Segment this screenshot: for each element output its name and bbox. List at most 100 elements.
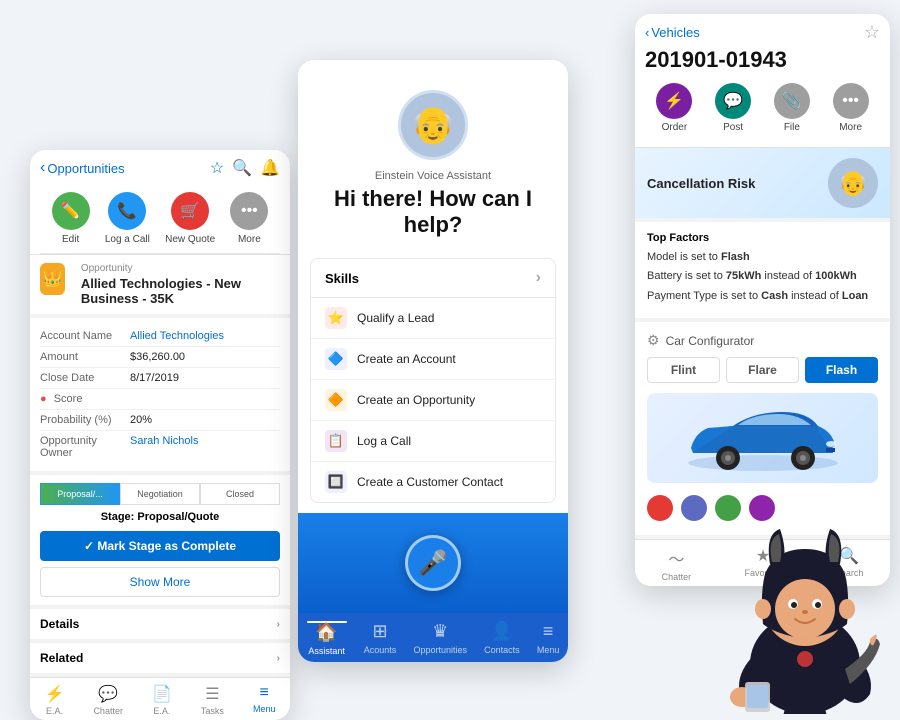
cancellation-risk-content: Cancellation Risk [647, 176, 755, 191]
ea-icon: ⚡ [45, 684, 65, 704]
mid-footer-menu[interactable]: ≡ Menu [537, 621, 560, 656]
einstein-small-avatar: 👴 [828, 158, 878, 208]
edit-label: Edit [62, 234, 79, 245]
post-icon: 💬 [715, 83, 751, 119]
amount-value: $36,260.00 [130, 351, 185, 363]
more-action-right[interactable]: ••• More [833, 83, 869, 133]
mark-stage-button[interactable]: ✓ Mark Stage as Complete [40, 531, 280, 561]
opportunity-header: 👑 Opportunity Allied Technologies - New … [30, 255, 290, 314]
factor-row-1: Model is set to Flash [647, 250, 878, 265]
skill-qualify-lead[interactable]: ⭐ Qualify a Lead [311, 298, 555, 339]
einstein-wave: 🎤 [298, 513, 568, 613]
more-right-label: More [839, 122, 862, 133]
file-action[interactable]: 📎 File [774, 83, 810, 133]
veh-chatter-icon: 〜 [668, 546, 684, 570]
footer-menu[interactable]: ≡ Menu [253, 684, 276, 716]
account-name-row: Account Name Allied Technologies [40, 326, 280, 347]
file-label: File [784, 122, 800, 133]
top-factors-section: Top Factors Model is set to Flash Batter… [635, 222, 890, 318]
action-icons: ✏️ Edit 📞 Log a Call 🛒 New Quote ••• Mor… [40, 184, 280, 254]
footer-ea2[interactable]: 📄 E.A. [152, 684, 172, 716]
bell-icon[interactable]: 🔔 [260, 158, 280, 178]
log-call-label: Log a Call [357, 434, 411, 448]
account-name-label: Account Name [40, 330, 130, 342]
footer-ea[interactable]: ⚡ E.A. [45, 684, 65, 716]
new-quote-icon: 🛒 [171, 192, 209, 230]
show-more-button[interactable]: Show More [40, 567, 280, 597]
opportunities-footer-icon: ♛ [432, 621, 448, 642]
owner-value[interactable]: Sarah Nichols [130, 435, 198, 459]
mid-footer-opportunities[interactable]: ♛ Opportunities [413, 621, 467, 656]
footer-chatter[interactable]: 💬 Chatter [93, 684, 123, 716]
star-icon[interactable]: ☆ [210, 158, 224, 178]
veh-footer-chatter[interactable]: 〜 Chatter [662, 546, 692, 582]
factor-75kwh: 75kWh [726, 270, 761, 282]
stage-pills: Proposal/... Negotiation Closed [40, 483, 280, 505]
stage-negotiation[interactable]: Negotiation [120, 483, 200, 505]
more-action[interactable]: ••• More [230, 192, 268, 245]
customer-contact-icon: 🔲 [325, 471, 347, 493]
factor-row-3: Payment Type is set to Cash instead of L… [647, 289, 878, 304]
back-button[interactable]: ‹ Opportunities [40, 159, 125, 177]
skill-create-account[interactable]: 🔷 Create an Account [311, 339, 555, 380]
qualify-lead-label: Qualify a Lead [357, 311, 434, 325]
color-red[interactable] [647, 495, 673, 521]
einstein-label: Einstein Voice Assistant [375, 170, 491, 182]
vehicle-header: ‹ Vehicles ☆ 201901-01943 ⚡ Order 💬 Post… [635, 14, 890, 148]
chatter-icon: 💬 [98, 684, 118, 704]
mid-footer-contacts[interactable]: 👤 Contacts [484, 621, 520, 656]
contacts-footer-icon: 👤 [491, 621, 513, 642]
mid-footer-accounts[interactable]: ⊞ Acounts [364, 621, 397, 656]
stage-closed[interactable]: Closed [200, 483, 280, 505]
create-opportunity-icon: 🔶 [325, 389, 347, 411]
details-label: Details [40, 617, 79, 631]
assistant-footer-label: Assistant [308, 646, 345, 656]
probability-row: Probability (%) 20% [40, 410, 280, 431]
menu-footer-label: Menu [537, 645, 560, 655]
left-nav: ‹ Opportunities ☆ 🔍 🔔 [40, 158, 280, 178]
tab-flint[interactable]: Flint [647, 357, 720, 383]
top-factors-title: Top Factors [647, 232, 878, 244]
amount-row: Amount $36,260.00 [40, 347, 280, 368]
skills-header: Skills › [311, 259, 555, 298]
footer-tasks[interactable]: ☰ Tasks [201, 684, 224, 716]
tab-flare[interactable]: Flare [726, 357, 799, 383]
left-phone-header: ‹ Opportunities ☆ 🔍 🔔 ✏️ Edit 📞 Log a Ca… [30, 150, 290, 255]
log-call-action[interactable]: 📞 Log a Call [105, 192, 150, 245]
vehicle-back-arrow-icon: ‹ [645, 25, 649, 40]
car-configurator-title: Car Configurator [666, 334, 755, 348]
vehicle-back-button[interactable]: ‹ Vehicles [645, 25, 700, 40]
menu-icon: ≡ [260, 684, 269, 702]
einstein-avatar: 👴 [398, 90, 468, 160]
skills-section: Skills › ⭐ Qualify a Lead 🔷 Create an Ac… [310, 258, 556, 503]
related-section[interactable]: Related › [30, 643, 290, 673]
close-date-row: Close Date 8/17/2019 [40, 368, 280, 389]
left-phone: ‹ Opportunities ☆ 🔍 🔔 ✏️ Edit 📞 Log a Ca… [30, 150, 290, 720]
skill-customer-contact[interactable]: 🔲 Create a Customer Contact [311, 462, 555, 502]
probability-value: 20% [130, 414, 152, 426]
mid-footer-assistant[interactable]: 🏠 Assistant [307, 621, 347, 656]
edit-action[interactable]: ✏️ Edit [52, 192, 90, 245]
skill-create-opportunity[interactable]: 🔶 Create an Opportunity [311, 380, 555, 421]
back-label: Opportunities [47, 161, 124, 176]
tab-flash[interactable]: Flash [805, 357, 878, 383]
footer-chatter-label: Chatter [93, 706, 123, 716]
details-section[interactable]: Details › [30, 609, 290, 639]
create-account-icon: 🔷 [325, 348, 347, 370]
search-icon[interactable]: 🔍 [232, 158, 252, 178]
create-account-label: Create an Account [357, 352, 456, 366]
account-name-value[interactable]: Allied Technologies [130, 330, 224, 342]
opportunity-icon: 👑 [40, 263, 65, 295]
mid-phone-footer: 🏠 Assistant ⊞ Acounts ♛ Opportunities 👤 … [298, 613, 568, 662]
back-arrow-icon: ‹ [40, 159, 45, 177]
stage-proposal[interactable]: Proposal/... [40, 483, 120, 505]
amount-label: Amount [40, 351, 130, 363]
details-chevron-icon: › [277, 619, 280, 630]
color-blue[interactable] [681, 495, 707, 521]
skill-log-call[interactable]: 📋 Log a Call [311, 421, 555, 462]
new-quote-action[interactable]: 🛒 New Quote [165, 192, 215, 245]
vehicle-star-icon[interactable]: ☆ [864, 22, 880, 43]
mic-button[interactable]: 🎤 [405, 535, 461, 591]
order-action[interactable]: ⚡ Order [656, 83, 692, 133]
post-action[interactable]: 💬 Post [715, 83, 751, 133]
